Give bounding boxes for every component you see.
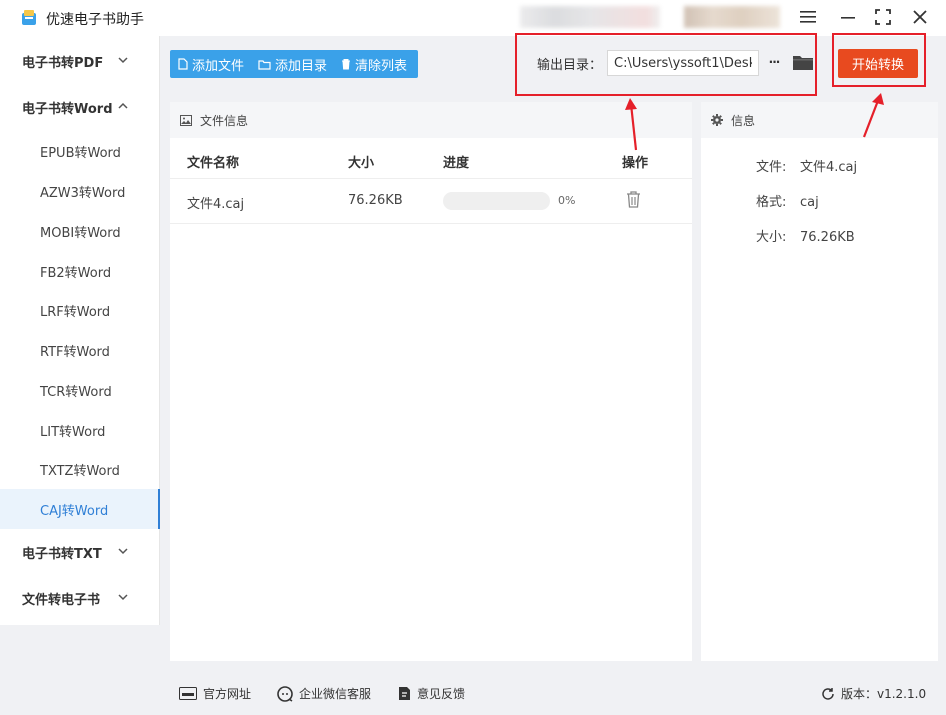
blurred-region: [520, 6, 660, 28]
clear-list-button[interactable]: 清除列表: [333, 50, 413, 78]
info-panel: 信息 文件: 文件4.caj 格式: caj 大小: 76.26KB: [701, 102, 938, 661]
chat-icon: [277, 685, 293, 702]
sidebar-item-azw3[interactable]: AZW3转Word: [0, 171, 160, 211]
footer: 官方网址 企业微信客服 意见反馈 版本：v1.2.1.0: [160, 673, 946, 715]
file-panel-header: 文件信息: [170, 102, 692, 138]
wechat-support-label: 企业微信客服: [299, 687, 372, 701]
sidebar-item-label: EPUB转Word: [40, 145, 121, 161]
sidebar-item-label: LRF转Word: [40, 304, 111, 320]
info-size-row: 大小: 76.26KB: [756, 226, 855, 245]
file-name-cell: 文件4.caj: [187, 197, 245, 212]
file-list-panel: 文件信息 文件名称 大小 进度 操作 文件4.caj 76.26KB 0%: [170, 102, 692, 661]
sidebar-item-label: AZW3转Word: [40, 185, 126, 201]
sidebar-item-fb2[interactable]: FB2转Word: [0, 251, 160, 291]
sidebar-group-label: 文件转电子书: [22, 592, 101, 608]
file-size-cell: 76.26KB: [348, 193, 403, 208]
info-value: 76.26KB: [800, 230, 855, 245]
sidebar-item-lit[interactable]: LIT转Word: [0, 410, 160, 450]
info-value: 文件4.caj: [800, 160, 858, 175]
progress-percent: 0%: [558, 194, 576, 207]
minimize-icon[interactable]: [836, 6, 860, 28]
highlight-box-output: [515, 33, 817, 96]
info-key: 文件:: [756, 160, 787, 175]
chevron-down-icon: [118, 548, 128, 555]
blurred-region: [684, 6, 780, 28]
sidebar-item-label: TCR转Word: [40, 384, 112, 400]
website-icon: [179, 687, 197, 700]
title-bar: 优速电子书助手: [0, 0, 946, 36]
progress-bar: [443, 192, 550, 210]
file-toolbar: 添加文件 添加目录 清除列表: [170, 50, 418, 78]
sidebar-item-label: MOBI转Word: [40, 225, 121, 241]
sidebar-group-label: 电子书转TXT: [22, 546, 102, 562]
sidebar-item-label: LIT转Word: [40, 424, 106, 440]
highlight-box-start: [832, 33, 926, 87]
info-panel-header: 信息: [701, 102, 938, 138]
version-info[interactable]: 版本：v1.2.1.0: [821, 685, 926, 702]
sidebar-item-mobi[interactable]: MOBI转Word: [0, 211, 160, 251]
info-file-row: 文件: 文件4.caj: [756, 156, 857, 175]
sidebar-item-label: RTF转Word: [40, 344, 110, 360]
chevron-down-icon: [118, 57, 128, 64]
add-file-button[interactable]: 添加文件: [170, 50, 250, 78]
column-header-name: 文件名称: [187, 156, 240, 171]
feedback-link[interactable]: 意见反馈: [398, 685, 465, 702]
add-file-label: 添加文件: [192, 58, 245, 74]
folder-outline-icon: [258, 59, 271, 70]
add-directory-label: 添加目录: [275, 58, 328, 74]
sidebar-item-lrf[interactable]: LRF转Word: [0, 290, 160, 330]
gear-icon: [711, 114, 723, 126]
image-icon: [180, 114, 192, 126]
sidebar-group-label: 电子书转PDF: [22, 55, 104, 71]
info-key: 大小:: [756, 230, 787, 245]
menu-icon[interactable]: [796, 6, 820, 28]
feedback-label: 意见反馈: [417, 687, 466, 701]
sidebar-item-epub[interactable]: EPUB转Word: [0, 131, 160, 171]
info-key: 格式:: [756, 195, 787, 210]
sidebar-item-txtz[interactable]: TXTZ转Word: [0, 449, 160, 489]
file-icon: [178, 58, 188, 70]
sidebar-group-to-pdf[interactable]: 电子书转PDF: [0, 38, 160, 84]
close-icon[interactable]: [908, 6, 932, 28]
sidebar-item-caj[interactable]: CAJ转Word: [0, 489, 160, 529]
official-website-label: 官方网址: [203, 687, 252, 701]
window-title: 优速电子书助手: [46, 12, 144, 28]
fullscreen-icon[interactable]: [871, 6, 895, 28]
chevron-up-icon: [118, 102, 128, 109]
table-row[interactable]: 文件4.caj 76.26KB 0%: [170, 178, 692, 224]
chevron-down-icon: [118, 594, 128, 601]
file-panel-title: 文件信息: [200, 113, 249, 128]
feedback-icon: [399, 687, 410, 700]
info-format-row: 格式: caj: [756, 191, 819, 210]
info-value: caj: [800, 195, 819, 210]
sidebar-item-label: FB2转Word: [40, 265, 112, 281]
info-panel-title: 信息: [731, 113, 756, 128]
column-header-action: 操作: [622, 156, 649, 171]
delete-icon[interactable]: [626, 191, 641, 208]
wechat-support-link[interactable]: 企业微信客服: [277, 685, 371, 702]
column-header-progress: 进度: [443, 156, 470, 171]
sidebar-group-label: 电子书转Word: [22, 101, 113, 117]
sidebar-group-to-ebook[interactable]: 文件转电子书: [0, 575, 160, 621]
sidebar-item-tcr[interactable]: TCR转Word: [0, 370, 160, 410]
sidebar-item-rtf[interactable]: RTF转Word: [0, 330, 160, 370]
sidebar: 电子书转PDF 电子书转Word EPUB转Word AZW3转Word MOB…: [0, 36, 160, 625]
sidebar-group-to-word[interactable]: 电子书转Word: [0, 84, 160, 130]
trash-icon: [342, 59, 351, 70]
version-label: 版本：v1.2.1.0: [841, 687, 927, 701]
column-header-size: 大小: [348, 156, 375, 171]
official-website-link[interactable]: 官方网址: [179, 685, 251, 702]
clear-list-label: 清除列表: [355, 58, 408, 74]
sidebar-group-to-txt[interactable]: 电子书转TXT: [0, 529, 160, 575]
add-directory-button[interactable]: 添加目录: [250, 50, 333, 78]
refresh-icon: [822, 687, 834, 700]
sidebar-item-label: CAJ转Word: [40, 503, 109, 519]
app-logo-icon: [22, 10, 36, 25]
sidebar-item-label: TXTZ转Word: [40, 463, 120, 479]
